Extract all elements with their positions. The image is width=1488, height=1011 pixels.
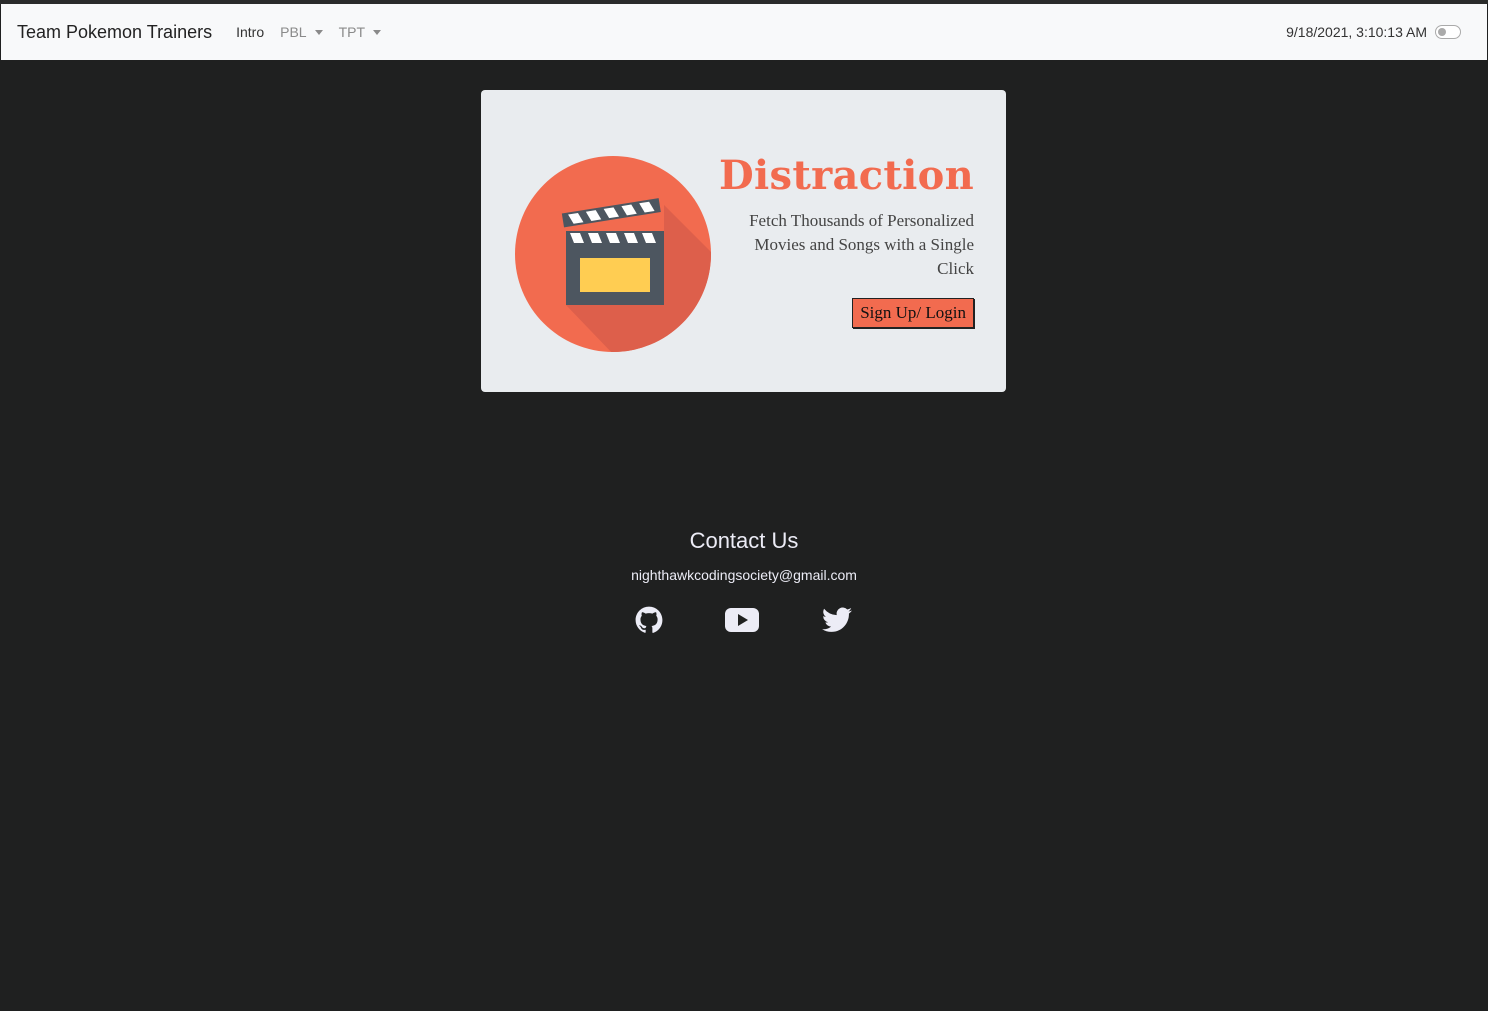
nav-item-label: PBL xyxy=(280,24,307,40)
contact-section: Contact Us nighthawkcodingsociety@gmail.… xyxy=(0,528,1488,583)
clock: 9/18/2021, 3:10:13 AM xyxy=(1286,24,1427,40)
contact-email[interactable]: nighthawkcodingsociety@gmail.com xyxy=(0,567,1488,583)
navbar-right: 9/18/2021, 3:10:13 AM xyxy=(1286,4,1461,60)
caret-down-icon xyxy=(373,29,382,35)
nav-dropdown-pbl[interactable]: PBL xyxy=(280,24,323,40)
youtube-link[interactable] xyxy=(724,602,760,638)
clapperboard-icon xyxy=(515,156,711,352)
nav-item-label: TPT xyxy=(338,24,366,40)
navbar: Team Pokemon Trainers Intro PBL TPT 9/18… xyxy=(1,4,1487,60)
navbar-brand[interactable]: Team Pokemon Trainers xyxy=(17,22,212,43)
nav-dropdown-tpt[interactable]: TPT xyxy=(338,24,382,40)
github-link[interactable] xyxy=(631,602,667,638)
toggle-knob xyxy=(1438,28,1446,36)
hero-card: Distraction Fetch Thousands of Personali… xyxy=(481,90,1006,392)
github-icon xyxy=(635,606,663,633)
theme-toggle[interactable] xyxy=(1435,25,1461,39)
hero-title: Distraction xyxy=(719,152,974,199)
social-links xyxy=(0,602,1488,638)
signup-login-button[interactable]: Sign Up/ Login xyxy=(852,298,974,328)
caret-down-icon xyxy=(314,29,323,35)
youtube-icon xyxy=(725,608,759,632)
nav-item-label: Intro xyxy=(236,24,265,40)
twitter-link[interactable] xyxy=(819,602,855,638)
twitter-icon xyxy=(822,607,852,632)
contact-heading: Contact Us xyxy=(689,528,799,553)
nav-item-intro[interactable]: Intro xyxy=(236,24,264,40)
hero-subtitle: Fetch Thousands of Personalized Movies a… xyxy=(749,211,974,278)
